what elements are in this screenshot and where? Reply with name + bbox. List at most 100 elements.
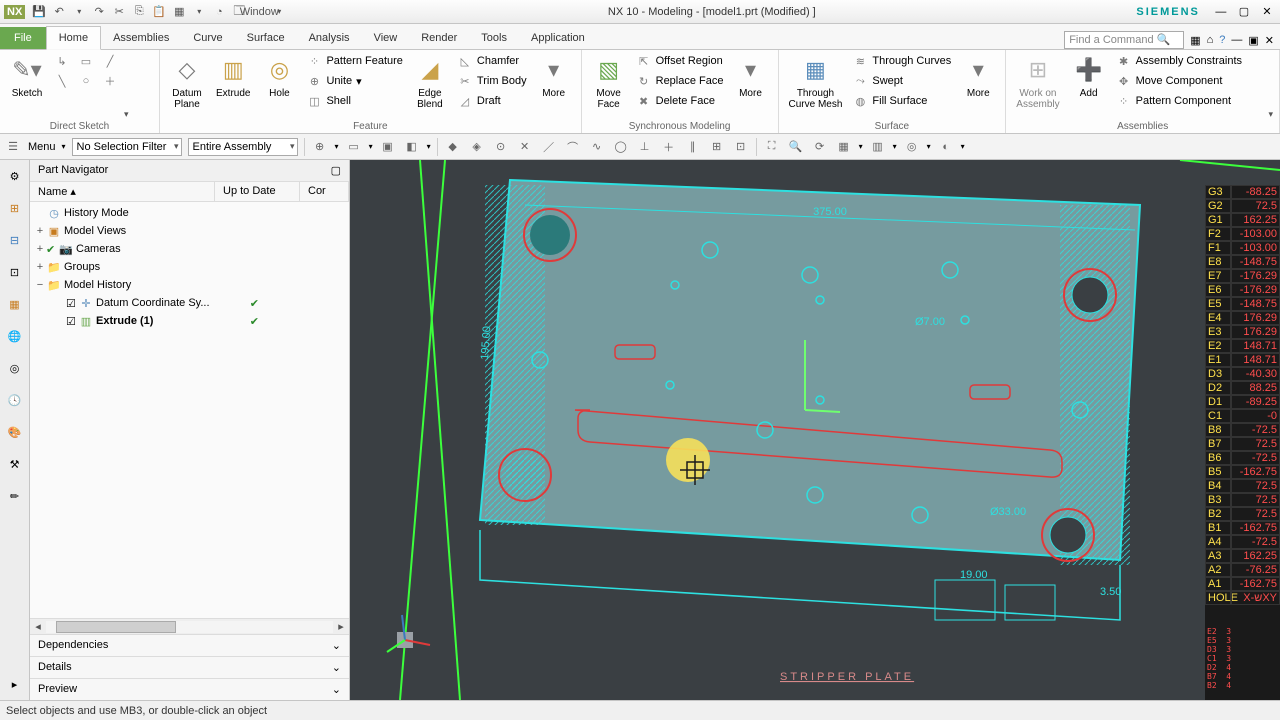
nav-preview[interactable]: Preview⌄ — [30, 678, 349, 700]
redo-icon[interactable]: ↷ — [91, 4, 107, 20]
render-icon[interactable]: ◔ — [211, 4, 227, 20]
col-uptodate[interactable]: Up to Date — [215, 182, 300, 201]
snap-near-icon[interactable]: ⊡ — [732, 138, 750, 156]
swept-button[interactable]: ⤳Swept — [850, 72, 953, 90]
minimize-icon[interactable]: — — [1212, 5, 1230, 19]
snap-tan-icon[interactable]: ∿ — [588, 138, 606, 156]
hole-button[interactable]: ◎Hole — [258, 52, 300, 101]
through-curves-button[interactable]: ≋Through Curves — [850, 52, 953, 70]
doc-restore-icon[interactable]: ▣ — [1248, 34, 1258, 47]
tab-render[interactable]: Render — [409, 27, 469, 49]
feature-more-button[interactable]: ▾More — [533, 52, 575, 101]
maximize-icon[interactable]: ▢ — [1235, 4, 1253, 18]
rail-sys-icon[interactable]: ⚒ — [5, 454, 25, 474]
chamfer-button[interactable]: ◺Chamfer — [455, 52, 529, 70]
menu-label[interactable]: Menu — [28, 141, 56, 153]
snap-arc-icon[interactable]: ⌒ — [564, 138, 582, 156]
graphics-view[interactable]: 375.00 195.00 Ø7.00 Ø33.00 19.00 3.50 ST… — [350, 160, 1280, 700]
fill-surface-button[interactable]: ◍Fill Surface — [850, 92, 953, 110]
unite-button[interactable]: ⊕Unite ▾ — [304, 72, 404, 90]
shell-button[interactable]: ◫Shell — [304, 92, 404, 110]
circle-icon[interactable]: ○ — [76, 72, 96, 90]
nav-details[interactable]: Details⌄ — [30, 656, 349, 678]
profile-icon[interactable]: ↳ — [52, 52, 72, 70]
snap-grid-icon[interactable]: ⊞ — [708, 138, 726, 156]
snap-ctr-icon[interactable]: ⊙ — [492, 138, 510, 156]
doc-minimize-icon[interactable]: — — [1231, 34, 1242, 46]
rail-history-icon[interactable]: 🕓 — [5, 390, 25, 410]
rail-roles-icon[interactable]: 🎨 — [5, 422, 25, 442]
rail-reuse-icon[interactable]: ▦ — [5, 294, 25, 314]
move-component-button[interactable]: ✥Move Component — [1114, 72, 1244, 90]
view-layer-icon[interactable]: ▥ — [869, 138, 887, 156]
snap-line-icon[interactable]: ／ — [540, 138, 558, 156]
tab-surface[interactable]: Surface — [235, 27, 297, 49]
tab-view[interactable]: View — [362, 27, 410, 49]
pattern-feature-button[interactable]: ⁘Pattern Feature — [304, 52, 404, 70]
tab-analysis[interactable]: Analysis — [297, 27, 362, 49]
home-icon[interactable]: ⌂ — [1207, 34, 1214, 46]
recent-icon[interactable]: ▦ — [1190, 34, 1200, 47]
layer-icon[interactable]: ▦ — [171, 4, 187, 20]
replace-face-button[interactable]: ↻Replace Face — [634, 72, 726, 90]
rail-ant-icon[interactable]: ✏ — [5, 486, 25, 506]
tree-datum-csys[interactable]: ☑✛Datum Coordinate Sy...✔ — [30, 294, 349, 312]
copy-icon[interactable]: ⎘ — [131, 4, 147, 20]
extrude-button[interactable]: ▥Extrude — [212, 52, 254, 101]
point-icon[interactable]: ＋ — [100, 72, 120, 90]
rect-icon[interactable]: ▭ — [76, 52, 96, 70]
nav-dependencies[interactable]: Dependencies⌄ — [30, 634, 349, 656]
draft-button[interactable]: ◿Draft — [455, 92, 529, 110]
delete-face-button[interactable]: ✖Delete Face — [634, 92, 726, 110]
line-icon[interactable]: ╲ — [52, 72, 72, 90]
tab-tools[interactable]: Tools — [469, 27, 519, 49]
file-menu[interactable]: File — [0, 27, 46, 49]
sel-face-icon[interactable]: ▣ — [379, 138, 397, 156]
tab-application[interactable]: Application — [519, 27, 597, 49]
pattern-component-button[interactable]: ⁘Pattern Component — [1114, 92, 1244, 110]
surface-more-button[interactable]: ▾More — [957, 52, 999, 101]
edge-blend-button[interactable]: ◢Edge Blend — [409, 52, 451, 112]
rail-collapse-icon[interactable]: ▸ — [5, 674, 25, 694]
snap-end-icon[interactable]: ◆ — [444, 138, 462, 156]
arc-icon[interactable]: ╱ — [100, 52, 120, 70]
view-zoom-icon[interactable]: 🔍 — [787, 138, 805, 156]
tab-curve[interactable]: Curve — [181, 27, 234, 49]
tab-assemblies[interactable]: Assemblies — [101, 27, 181, 49]
sketch-button[interactable]: ✎▾Sketch — [6, 52, 48, 101]
close-icon[interactable]: ✕ — [1258, 4, 1276, 18]
cut-icon[interactable]: ✂ — [111, 4, 127, 20]
tree-hscroll[interactable]: ◂▸ — [30, 618, 349, 634]
save-icon[interactable]: 💾 — [31, 4, 47, 20]
rail-web-icon[interactable]: 🌐 — [5, 326, 25, 346]
part-tree[interactable]: ◷History Mode +▣Model Views +✔📷Cameras +… — [30, 202, 349, 618]
tree-extrude[interactable]: ☑▥Extrude (1)✔ — [30, 312, 349, 330]
move-face-button[interactable]: ▧Move Face — [588, 52, 630, 112]
through-curve-mesh-button[interactable]: ▦Through Curve Mesh — [785, 52, 847, 112]
selection-scope-combo[interactable]: Entire Assembly — [188, 138, 298, 156]
col-cor[interactable]: Cor — [300, 182, 349, 201]
snap-perp-icon[interactable]: ⊥ — [636, 138, 654, 156]
menu-icon[interactable]: ☰ — [4, 138, 22, 156]
window-menu[interactable]: Window — [251, 4, 267, 20]
view-style-icon[interactable]: ▦ — [835, 138, 853, 156]
paste-icon[interactable]: 📋 — [151, 4, 167, 20]
rail-nav-icon[interactable]: ⊞ — [5, 198, 25, 218]
datum-plane-button[interactable]: ◇Datum Plane — [166, 52, 208, 112]
view-csys-icon[interactable]: ◎ — [903, 138, 921, 156]
trim-body-button[interactable]: ✂Trim Body — [455, 72, 529, 90]
col-name[interactable]: Name ▴ — [30, 182, 215, 201]
find-command-input[interactable]: Find a Command 🔍 — [1064, 31, 1184, 49]
sel-icon[interactable]: ⊕ — [311, 138, 329, 156]
nav-pin-icon[interactable]: ▢ — [331, 164, 341, 177]
view-rotate-icon[interactable]: ⟳ — [811, 138, 829, 156]
view-clip-icon[interactable]: ◐ — [937, 138, 955, 156]
sel-rect-icon[interactable]: ▭ — [345, 138, 363, 156]
snap-int-icon[interactable]: ✕ — [516, 138, 534, 156]
rail-settings-icon[interactable]: ⚙ — [5, 166, 25, 186]
snap-mid-icon[interactable]: ◈ — [468, 138, 486, 156]
selection-filter-combo[interactable]: No Selection Filter — [72, 138, 182, 156]
snap-quad-icon[interactable]: ◯ — [612, 138, 630, 156]
offset-region-button[interactable]: ⇱Offset Region — [634, 52, 726, 70]
rail-hd3d-icon[interactable]: ◎ — [5, 358, 25, 378]
